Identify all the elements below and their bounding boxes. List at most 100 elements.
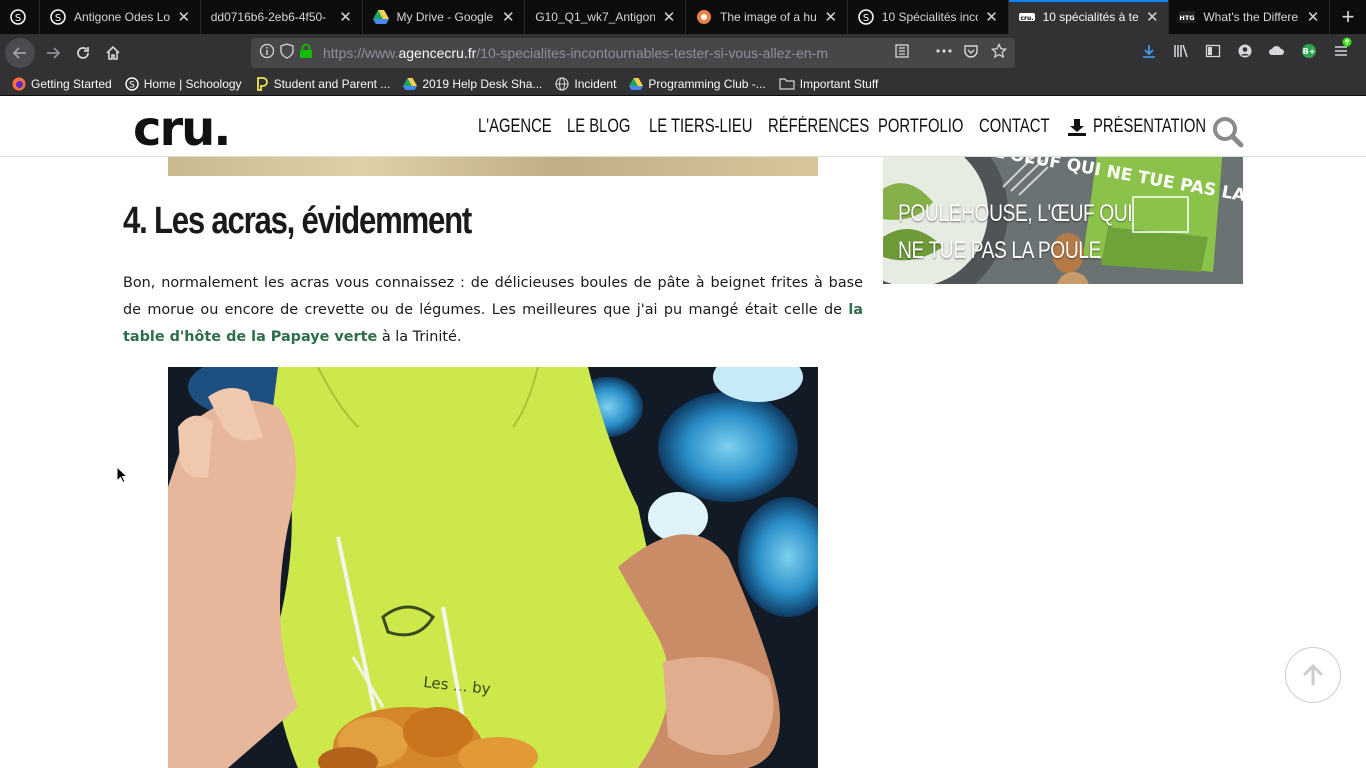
schoology-icon: S <box>50 9 66 25</box>
shield-icon[interactable] <box>279 43 295 62</box>
bookmark-star-icon[interactable] <box>990 42 1008 62</box>
acras-photo: Les ... by <box>168 367 818 768</box>
nav-blog[interactable]: LE BLOG <box>567 115 648 139</box>
bookmark-incident[interactable]: Incident <box>555 77 616 91</box>
article-heading: 4. Les acras, évidemment <box>123 200 472 242</box>
tab-6[interactable]: S 10 Spécialités inco ✕ <box>848 0 1009 34</box>
schoology-icon: S <box>10 9 26 25</box>
url-text: https://www.agencecru.fr/10-specialites-… <box>323 45 828 61</box>
menu-icon[interactable] <box>1325 37 1357 63</box>
bookmark-label: 2019 Help Desk Sha... <box>422 76 543 91</box>
nav-contact[interactable]: CONTACT <box>979 115 1069 139</box>
close-icon[interactable]: ✕ <box>661 8 677 26</box>
vpn-icon[interactable] <box>1261 43 1293 63</box>
folder-icon <box>779 77 795 91</box>
lock-icon[interactable] <box>299 43 313 62</box>
more-actions-icon[interactable] <box>935 43 953 62</box>
bookmark-getting-started[interactable]: Getting Started <box>12 77 112 91</box>
tab-1[interactable]: S Antigone Odes Loo ✕ <box>40 0 201 34</box>
nav-label: LE TIERS-LIEU <box>649 116 753 137</box>
tab-3[interactable]: My Drive - Google D ✕ <box>363 0 526 34</box>
tab-title: What's the Differen <box>1203 10 1300 24</box>
bookmark-important-stuff[interactable]: Important Stuff <box>779 77 878 91</box>
close-icon[interactable]: ✕ <box>338 8 354 26</box>
arrow-right-icon <box>47 47 61 59</box>
brain-icon <box>696 9 712 25</box>
htg-icon: HTG <box>1179 9 1196 25</box>
forward-button[interactable] <box>38 38 68 68</box>
url-bar[interactable]: https://www.agencecru.fr/10-specialites-… <box>251 38 1015 68</box>
bookmark-label: Student and Parent ... <box>273 76 391 91</box>
svg-text:S: S <box>55 13 61 24</box>
close-icon[interactable]: ✕ <box>500 8 516 26</box>
bookmark-powerschool[interactable]: Student and Parent ... <box>255 76 391 91</box>
tab-title: My Drive - Google D <box>396 10 495 24</box>
close-icon[interactable]: ✕ <box>984 8 1000 26</box>
nav-tiers-lieu[interactable]: LE TIERS-LIEU <box>649 115 782 139</box>
svg-text:B+: B+ <box>1303 47 1316 56</box>
pocket-icon[interactable] <box>963 43 979 62</box>
powerschool-icon <box>255 76 269 91</box>
nav-portfolio[interactable]: PORTFOLIO <box>878 115 987 139</box>
reload-button[interactable] <box>68 38 98 68</box>
tab-title: 10 spécialités à tes <box>1042 10 1139 24</box>
tab-title: G10_Q1_wk7_Antigone.p <box>535 10 656 24</box>
search-icon[interactable] <box>1212 116 1244 148</box>
svg-text:HTG: HTG <box>1180 14 1195 22</box>
nav-label: RÉFÉRENCES <box>768 116 870 137</box>
bookmarks-toolbar: Getting Started S Home | Schoology Stude… <box>0 72 1366 96</box>
reader-mode-icon[interactable] <box>894 43 910 62</box>
tab-5[interactable]: The image of a hug ✕ <box>686 0 848 34</box>
download-icon[interactable] <box>1133 43 1165 63</box>
library-icon[interactable] <box>1165 43 1197 63</box>
nav-agence[interactable]: L'AGENCE <box>478 115 572 139</box>
home-icon <box>106 45 120 60</box>
paragraph-text: à la Trinité. <box>377 329 462 345</box>
svg-text:S: S <box>863 13 869 24</box>
scroll-to-top-button[interactable] <box>1285 647 1341 703</box>
home-button[interactable] <box>98 38 128 68</box>
google-drive-icon <box>372 9 389 25</box>
close-icon[interactable]: ✕ <box>823 8 839 26</box>
svg-text:S: S <box>129 80 135 90</box>
schoology-icon: S <box>125 76 139 91</box>
arrow-left-icon <box>12 47 26 59</box>
acras-photo-graphic: Les ... by <box>168 367 818 768</box>
tab-title: 10 Spécialités inco <box>881 10 978 24</box>
firefox-icon <box>12 77 26 91</box>
google-drive-icon <box>629 77 644 91</box>
previous-article-image <box>168 157 818 176</box>
tab-title: The image of a hug <box>720 10 817 24</box>
new-tab-button[interactable]: + <box>1330 0 1366 34</box>
tab-4[interactable]: G10_Q1_wk7_Antigone.p ✕ <box>525 0 687 34</box>
tab-active[interactable]: cru. 10 spécialités à tes ✕ <box>1008 0 1170 34</box>
bookmark-help-desk[interactable]: 2019 Help Desk Sha... <box>403 77 542 91</box>
sidebar-article-card[interactable]: L'OEUF QUI NE TUE PAS LA POULE POULEHOUS… <box>883 157 1243 284</box>
bookmark-schoology[interactable]: S Home | Schoology <box>125 77 242 91</box>
site-logo[interactable]: cru. <box>133 105 232 153</box>
tab-title: dd0716b6-2eb6-4f50- <box>210 10 327 24</box>
tab-strip: S S Antigone Odes Loo ✕ dd0716b6-2eb6-4f… <box>0 0 1366 34</box>
navigation-toolbar: https://www.agencecru.fr/10-specialites-… <box>0 34 1366 72</box>
close-icon[interactable]: ✕ <box>1144 8 1160 26</box>
close-icon[interactable]: ✕ <box>1305 8 1321 26</box>
sidebar-card-title[interactable]: POULEHOUSE, L'ŒUF QUI NE TUE PAS LA POUL… <box>898 195 1154 269</box>
svg-text:cru.: cru. <box>1020 15 1033 22</box>
close-icon[interactable]: ✕ <box>176 8 192 26</box>
nav-label: PRÉSENTATION <box>1093 116 1207 137</box>
extension-badge-icon[interactable]: B+ <box>1293 43 1325 63</box>
schoology-icon: S <box>858 9 874 25</box>
cru-icon: cru. <box>1018 9 1035 25</box>
back-button[interactable] <box>5 38 35 68</box>
sidebar-icon[interactable] <box>1197 43 1229 63</box>
globe-icon <box>555 76 569 91</box>
bookmark-label: Incident <box>574 76 617 91</box>
nav-label: LE BLOG <box>567 116 631 137</box>
tab-8[interactable]: HTG What's the Differen ✕ <box>1169 0 1331 34</box>
tab-2[interactable]: dd0716b6-2eb6-4f50- ✕ <box>201 0 363 34</box>
account-icon[interactable] <box>1229 43 1261 63</box>
tab-pinned-schoology[interactable]: S <box>0 0 40 34</box>
bookmark-programming-club[interactable]: Programming Club -... <box>629 77 766 91</box>
mouse-cursor-icon <box>116 466 128 484</box>
info-icon[interactable] <box>259 43 275 62</box>
